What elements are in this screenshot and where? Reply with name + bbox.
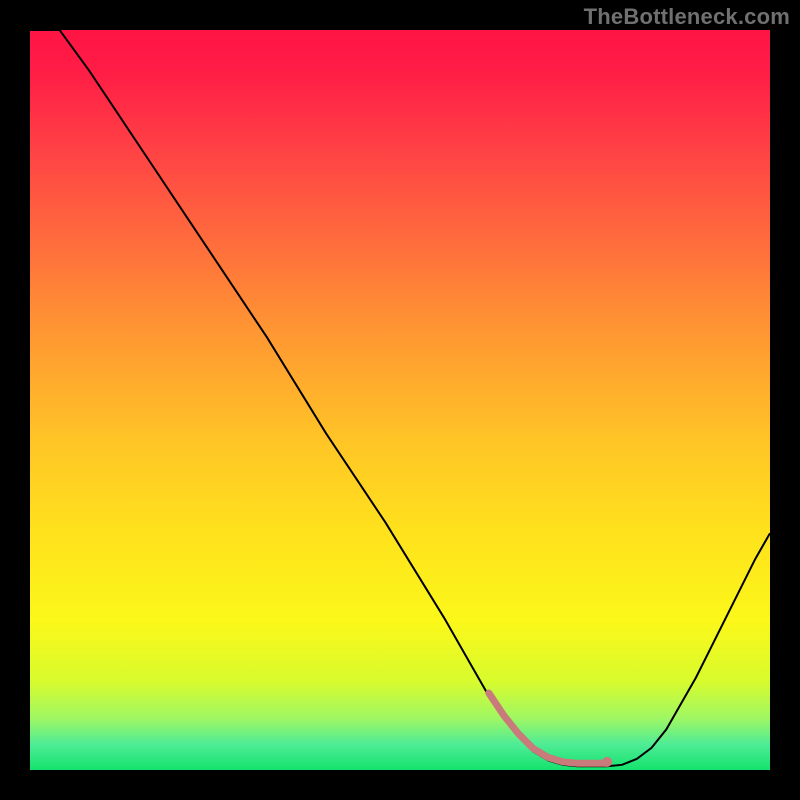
watermark-text: TheBottleneck.com xyxy=(584,4,790,30)
chart-frame: TheBottleneck.com xyxy=(0,0,800,800)
optimal-point-marker xyxy=(602,757,612,767)
gradient-background xyxy=(30,30,770,770)
bottleneck-chart xyxy=(30,30,770,770)
plot-area xyxy=(30,30,770,770)
